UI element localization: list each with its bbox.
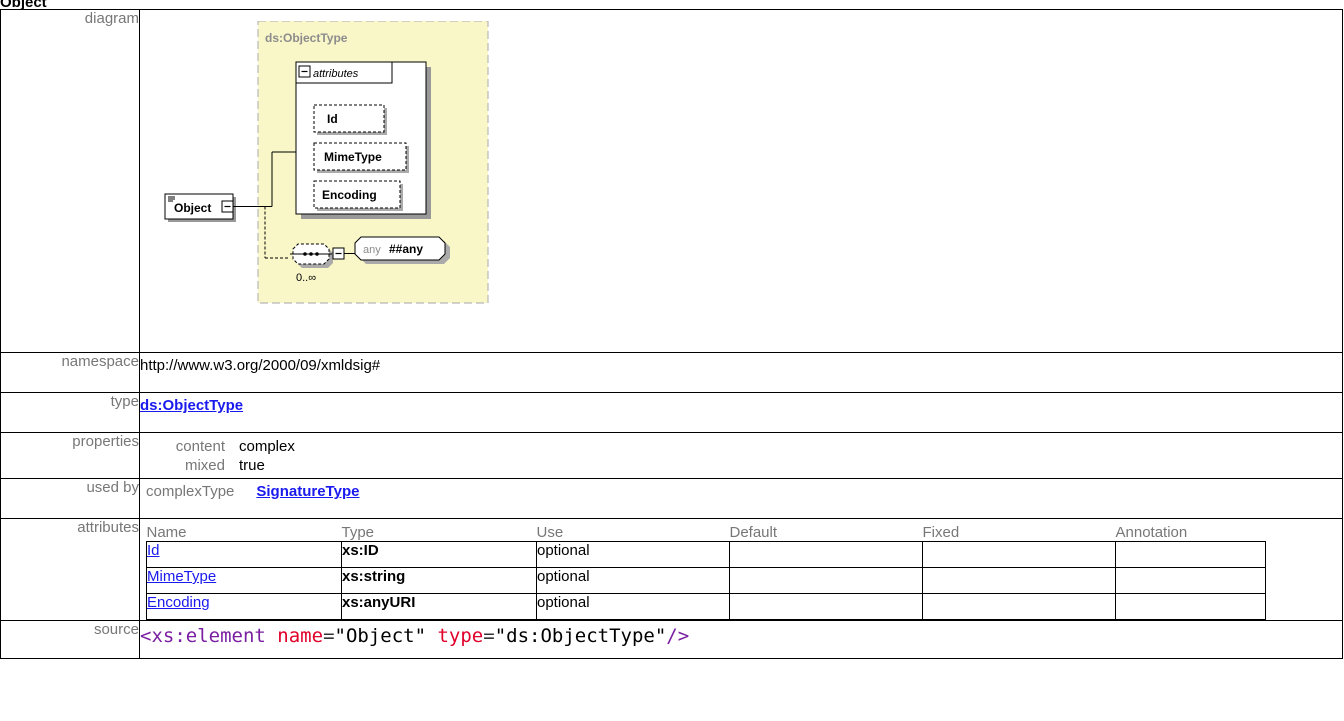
any-value: ##any xyxy=(389,242,423,256)
attr-row-use: optional xyxy=(536,567,730,594)
attr-encoding-label: Encoding xyxy=(322,188,377,202)
attr-row-annotation xyxy=(1115,593,1266,620)
attr-row-type: xs:ID xyxy=(341,541,537,568)
attributes-cell: Name Type Use Default Fixed Annotation I… xyxy=(139,518,1343,621)
label-properties: properties xyxy=(0,432,140,479)
properties-cell: content complex mixed true xyxy=(139,432,1343,479)
prop-mixed-key: mixed xyxy=(184,457,225,474)
col-header-type: Type xyxy=(341,524,375,541)
namespace-cell: http://www.w3.org/2000/09/xmldsig# xyxy=(139,352,1343,393)
source-attr-type-value: "ds:ObjectType" xyxy=(494,625,667,647)
row-type: type ds:ObjectType xyxy=(0,392,1343,433)
attr-row-annotation xyxy=(1115,567,1266,594)
attr-row-default xyxy=(729,593,923,620)
properties-grid: content complex mixed true xyxy=(140,435,1342,475)
row-properties: properties content complex mixed true xyxy=(0,432,1343,479)
col-header-default: Default xyxy=(729,524,778,541)
table-row: Id xs:ID optional xyxy=(146,541,1266,568)
namespace-value: http://www.w3.org/2000/09/xmldsig# xyxy=(140,357,381,374)
attr-row-annotation xyxy=(1115,541,1266,568)
attr-id-label: Id xyxy=(327,112,338,126)
source-code: <xs:element name="Object" type="ds:Objec… xyxy=(140,621,1342,647)
attr-row-fixed xyxy=(922,567,1116,594)
row-attributes: attributes Name Type Use Default Fixed A… xyxy=(0,518,1343,621)
attributes-group-label: attributes xyxy=(313,68,359,80)
source-tag-close: /> xyxy=(666,625,690,647)
row-namespace: namespace http://www.w3.org/2000/09/xmld… xyxy=(0,352,1343,393)
col-header-annotation: Annotation xyxy=(1115,524,1188,541)
attributes-table: Name Type Use Default Fixed Annotation I… xyxy=(146,521,1266,620)
attr-id-box[interactable] xyxy=(313,104,385,133)
sequence-collapse-minus-icon[interactable] xyxy=(332,247,345,260)
used-by-cell: complexType SignatureType xyxy=(139,478,1343,519)
col-header-fixed: Fixed xyxy=(922,524,960,541)
sequence-cardinality: 0..∞ xyxy=(296,272,316,284)
element-collapse-minus-icon[interactable] xyxy=(221,200,234,213)
source-attr-type: type xyxy=(437,625,484,647)
source-equals: = xyxy=(483,625,495,647)
attr-row-fixed xyxy=(922,593,1116,620)
source-attr-name: name xyxy=(277,625,324,647)
type-link[interactable]: ds:ObjectType xyxy=(140,393,243,414)
attr-row-default xyxy=(729,567,923,594)
attr-row-use: optional xyxy=(536,593,730,620)
attr-row-type: xs:anyURI xyxy=(341,593,537,620)
used-by-line: complexType SignatureType xyxy=(140,481,1342,500)
row-diagram: diagram ds:ObjectType attributes Id Mime… xyxy=(0,9,1343,353)
label-namespace: namespace xyxy=(0,352,140,393)
attr-row-name-link[interactable]: Id xyxy=(147,542,160,559)
label-source: source xyxy=(0,620,140,659)
collapse-minus-icon[interactable] xyxy=(298,65,311,78)
any-prefix: any xyxy=(363,244,381,256)
element-doc-table: diagram ds:ObjectType attributes Id Mime… xyxy=(0,9,1343,659)
table-row: Encoding xs:anyURI optional xyxy=(146,593,1266,620)
label-used-by: used by xyxy=(0,478,140,519)
attr-row-fixed xyxy=(922,541,1116,568)
label-type: type xyxy=(0,392,140,433)
used-by-kind: complexType xyxy=(146,483,235,500)
attr-row-type: xs:string xyxy=(341,567,537,594)
used-by-link[interactable]: SignatureType xyxy=(256,483,359,500)
attr-mimetype-label: MimeType xyxy=(324,150,382,164)
schema-diagram: ds:ObjectType attributes Id MimeType Enc… xyxy=(164,21,489,304)
table-row: MimeType xs:string optional xyxy=(146,567,1266,594)
col-header-name: Name xyxy=(146,524,187,541)
attr-row-use: optional xyxy=(536,541,730,568)
attr-row-name-link[interactable]: MimeType xyxy=(147,568,216,585)
prop-mixed-value: true xyxy=(239,457,265,474)
type-cell: ds:ObjectType xyxy=(139,392,1343,433)
label-attributes: attributes xyxy=(0,518,140,621)
diagram-cell: ds:ObjectType attributes Id MimeType Enc… xyxy=(139,9,1343,353)
attr-row-default xyxy=(729,541,923,568)
row-source: source <xs:element name="Object" type="d… xyxy=(0,620,1343,659)
col-header-use: Use xyxy=(536,524,564,541)
row-used-by: used by complexType SignatureType xyxy=(0,478,1343,519)
element-object-label: Object xyxy=(174,201,211,215)
attributes-header-row: Name Type Use Default Fixed Annotation xyxy=(147,521,1266,542)
prop-content-value: complex xyxy=(239,438,295,455)
source-tag-open: <xs:element xyxy=(140,625,266,647)
source-equals: = xyxy=(323,625,335,647)
label-diagram: diagram xyxy=(0,9,140,353)
attr-row-name-link[interactable]: Encoding xyxy=(147,594,210,611)
prop-content-key: content xyxy=(175,438,225,455)
type-box-title: ds:ObjectType xyxy=(265,31,348,45)
source-cell: <xs:element name="Object" type="ds:Objec… xyxy=(139,620,1343,659)
source-attr-value: "Object" xyxy=(334,625,427,647)
